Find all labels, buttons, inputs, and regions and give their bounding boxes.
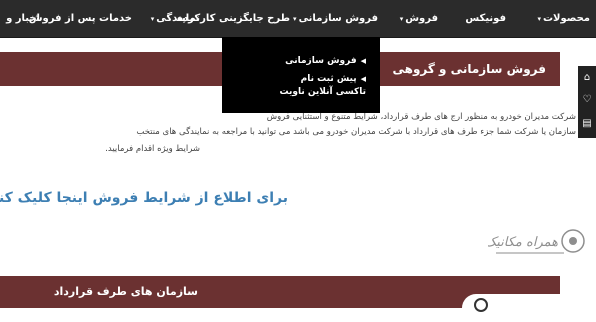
dropdown-menu: ◀فروش سازمانی ◀پیش ثبت نام تاکسی آنلاین … (222, 37, 380, 113)
section-title: فروش سازمانی و گروهی (392, 62, 547, 76)
watermark-logo: همراه مکانیک (488, 229, 585, 254)
dropdown-item-organizational-sales[interactable]: ◀فروش سازمانی (285, 55, 366, 68)
svg-text:همراه مکانیک: همراه مکانیک (488, 235, 558, 250)
side-toolbar: ⌂ ♡ ▤ (578, 66, 596, 138)
arrow-left-icon: ◀ (360, 57, 366, 65)
nav-item-organizational-sales[interactable]: ▾ فروش سازمانی (293, 0, 378, 37)
dropdown-item-taxi-preregistration[interactable]: ◀پیش ثبت نام تاکسی آنلاین ناویت (276, 73, 366, 99)
top-navbar: ▾ محصولات فونیکس ▾ فروش ▾ فروش سازمانی طرح … (0, 0, 596, 38)
chevron-down-icon: ▾ (537, 15, 541, 23)
nav-item-news[interactable]: اخبار و (6, 0, 40, 37)
home-icon[interactable]: ⌂ (578, 68, 596, 88)
chevron-down-icon: ▾ (293, 15, 297, 23)
nav-item-products[interactable]: ▾ محصولات (537, 0, 590, 37)
nav-item-dealership[interactable]: ▾ نمایندگی (151, 0, 200, 37)
sales-conditions-link[interactable]: برای اطلاع از شرایط فروش اینجا کلیک کنید (0, 190, 288, 206)
chevron-down-icon: ▾ (150, 15, 155, 23)
document-icon[interactable]: ▤ (578, 114, 596, 134)
body-paragraph-line: سازمان یا شرکت شما جزء طرف های قرارداد ب… (136, 127, 576, 137)
partners-section-title: سازمان های طرف قرارداد (53, 285, 198, 298)
body-paragraph-line: شرایط ویژه اقدام فرمایید. (105, 144, 200, 154)
chevron-down-icon: ▾ (399, 15, 404, 23)
nav-item-sales[interactable]: ▾ فروش (400, 0, 438, 37)
nav-item-phoenix[interactable]: فونیکس (465, 0, 506, 37)
search-icon[interactable] (474, 298, 488, 312)
arrow-left-icon: ◀ (360, 75, 366, 83)
heart-icon[interactable]: ♡ (578, 90, 596, 110)
nav-item-after-sales[interactable]: خدمات پس از فروش (29, 0, 132, 37)
